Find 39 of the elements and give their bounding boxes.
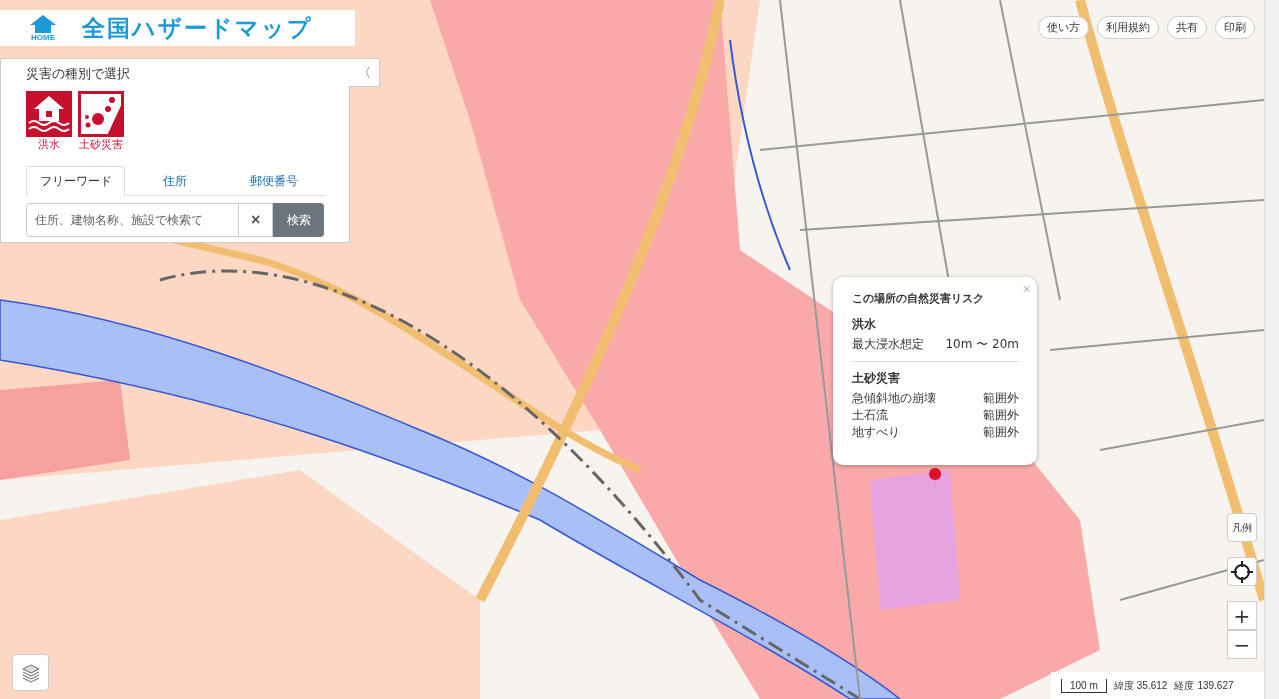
legend-button[interactable]: 凡例 — [1227, 513, 1257, 542]
risk-value: 範囲外 — [983, 390, 1019, 407]
layers-icon — [20, 662, 41, 683]
popup-title: この場所の自然災害リスク — [852, 291, 985, 306]
falling-rocks-icon — [78, 91, 124, 137]
scale-bar: 100 m — [1061, 678, 1107, 693]
search-tab[interactable]: フリーワード — [26, 166, 125, 196]
flooded-house-icon — [26, 91, 72, 137]
landslide-hazard-button[interactable]: 土砂災害 — [78, 91, 124, 152]
search-field[interactable]: 住所、建物名称、施設で検索て — [26, 203, 240, 237]
latitude-value: 35.612 — [1136, 680, 1168, 691]
risk-value: 範囲外 — [983, 407, 1019, 424]
scrollbar[interactable] — [1264, 0, 1279, 699]
zoom-out-button[interactable]: − — [1227, 630, 1257, 659]
longitude-value: 139.627 — [1197, 680, 1234, 691]
locate-button[interactable] — [1227, 557, 1257, 586]
clear-button[interactable]: × — [239, 203, 274, 237]
latitude-label: 緯度 — [1113, 678, 1134, 693]
home-icon — [30, 14, 56, 33]
risk-label: 地すべり — [852, 424, 900, 441]
search-tab[interactable]: 住所 — [125, 166, 224, 196]
risk-label: 最大浸水想定 — [852, 336, 924, 353]
risk-value: 10m 〜 20m — [945, 336, 1019, 353]
menu-button[interactable]: 利用規約 — [1097, 16, 1159, 39]
crosshair-icon — [1231, 560, 1253, 583]
section-heading: 土砂災害 — [852, 370, 901, 387]
longitude-label: 経度 — [1174, 678, 1195, 693]
risk-label: 土石流 — [852, 407, 888, 424]
flood-hazard-button[interactable]: 洪水 — [26, 91, 72, 152]
search-tab[interactable]: 郵便番号 — [224, 166, 323, 196]
layers-button[interactable] — [12, 654, 49, 691]
risk-label: 急傾斜地の崩壊 — [852, 390, 936, 407]
zoom-in-button[interactable]: + — [1227, 601, 1257, 630]
risk-value: 範囲外 — [983, 424, 1019, 441]
search-button[interactable]: 検索 — [273, 203, 324, 237]
panel-heading: 災害の種別で選択 — [26, 65, 131, 83]
section-heading: 洪水 — [852, 316, 877, 333]
site-title: 全国ハザードマップ — [82, 13, 313, 43]
collapse-button[interactable]: 〈 — [349, 58, 380, 87]
